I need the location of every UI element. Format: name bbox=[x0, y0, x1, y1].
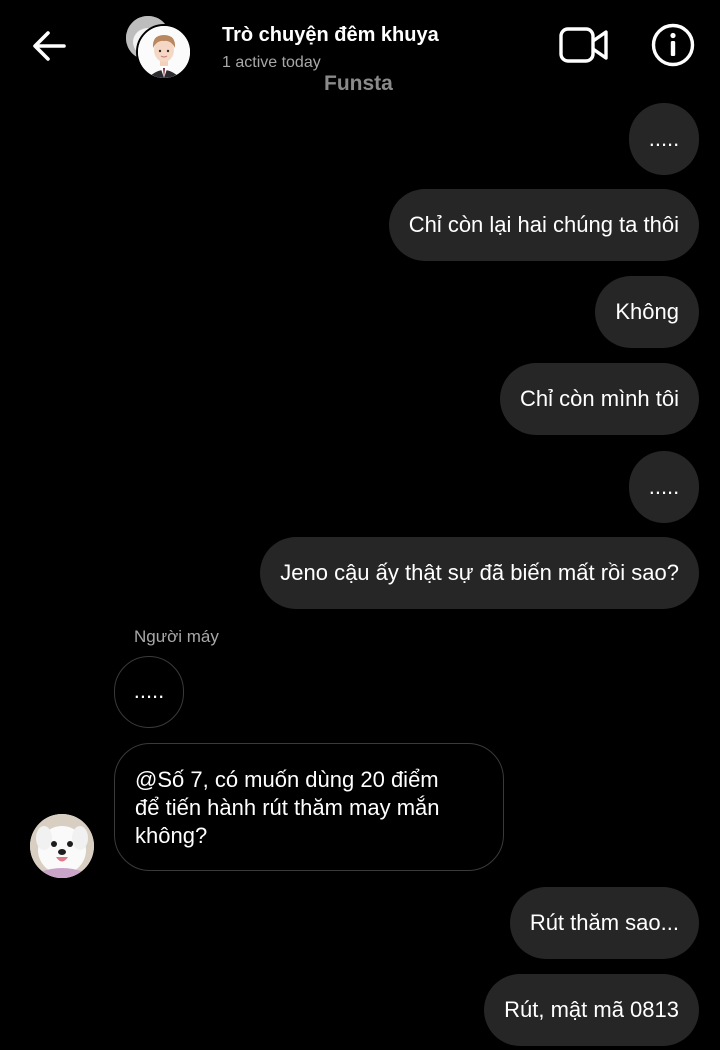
video-call-button[interactable] bbox=[558, 24, 610, 66]
chat-header: Trò chuyện đêm khuya 1 active today Funs… bbox=[0, 0, 720, 96]
message-text: ..... bbox=[648, 126, 680, 151]
active-status: 1 active today bbox=[222, 54, 321, 71]
info-button[interactable] bbox=[650, 22, 696, 68]
message-text: ..... bbox=[648, 474, 680, 499]
arrow-left-icon bbox=[33, 31, 66, 61]
message-bubble-sent[interactable]: Chỉ còn lại hai chúng ta thôi bbox=[388, 189, 699, 261]
group-avatar[interactable] bbox=[124, 14, 196, 84]
sender-name: Người máy bbox=[134, 627, 219, 646]
sender-avatar[interactable] bbox=[30, 814, 94, 878]
watermark: Funsta bbox=[324, 72, 393, 95]
message-bubble-received[interactable]: ..... bbox=[114, 656, 184, 728]
message-bubble-sent[interactable]: Rút thăm sao... bbox=[509, 887, 699, 959]
message-bubble-received[interactable]: @Số 7, có muốn dùng 20 điểm để tiến hành… bbox=[114, 743, 504, 871]
message-text: Không bbox=[615, 299, 679, 324]
back-button[interactable] bbox=[28, 24, 72, 68]
message-bubble-sent[interactable]: ..... bbox=[629, 451, 699, 523]
member-avatar-boy bbox=[136, 24, 192, 80]
message-text: Rút thăm sao... bbox=[529, 910, 679, 935]
info-icon bbox=[651, 23, 695, 67]
message-text-line: không? bbox=[135, 823, 208, 848]
message-bubble-sent[interactable]: Jeno cậu ấy thật sự đã biến mất rồi sao? bbox=[260, 537, 699, 609]
message-text: Rút, mật mã 0813 bbox=[504, 997, 679, 1022]
message-text: ..... bbox=[133, 678, 165, 703]
chat-screen: Trò chuyện đêm khuya 1 active today Funs… bbox=[0, 0, 720, 1050]
chat-title[interactable]: Trò chuyện đêm khuya bbox=[222, 24, 439, 47]
message-text: Chỉ còn lại hai chúng ta thôi bbox=[408, 212, 679, 237]
message-text: Jeno cậu ấy thật sự đã biến mất rồi sao? bbox=[280, 560, 679, 585]
message-bubble-sent[interactable]: ..... bbox=[629, 103, 699, 175]
message-text-line: để tiến hành rút thăm may mắn bbox=[135, 795, 440, 820]
message-bubble-sent[interactable]: Chỉ còn mình tôi bbox=[500, 363, 699, 435]
video-camera-icon bbox=[559, 27, 608, 63]
message-text-line: @Số 7, có muốn dùng 20 điểm bbox=[135, 767, 439, 792]
message-bubble-sent[interactable]: Không bbox=[595, 276, 699, 348]
message-bubble-sent[interactable]: Rút, mật mã 0813 bbox=[484, 974, 699, 1046]
message-text: Chỉ còn mình tôi bbox=[520, 386, 679, 411]
